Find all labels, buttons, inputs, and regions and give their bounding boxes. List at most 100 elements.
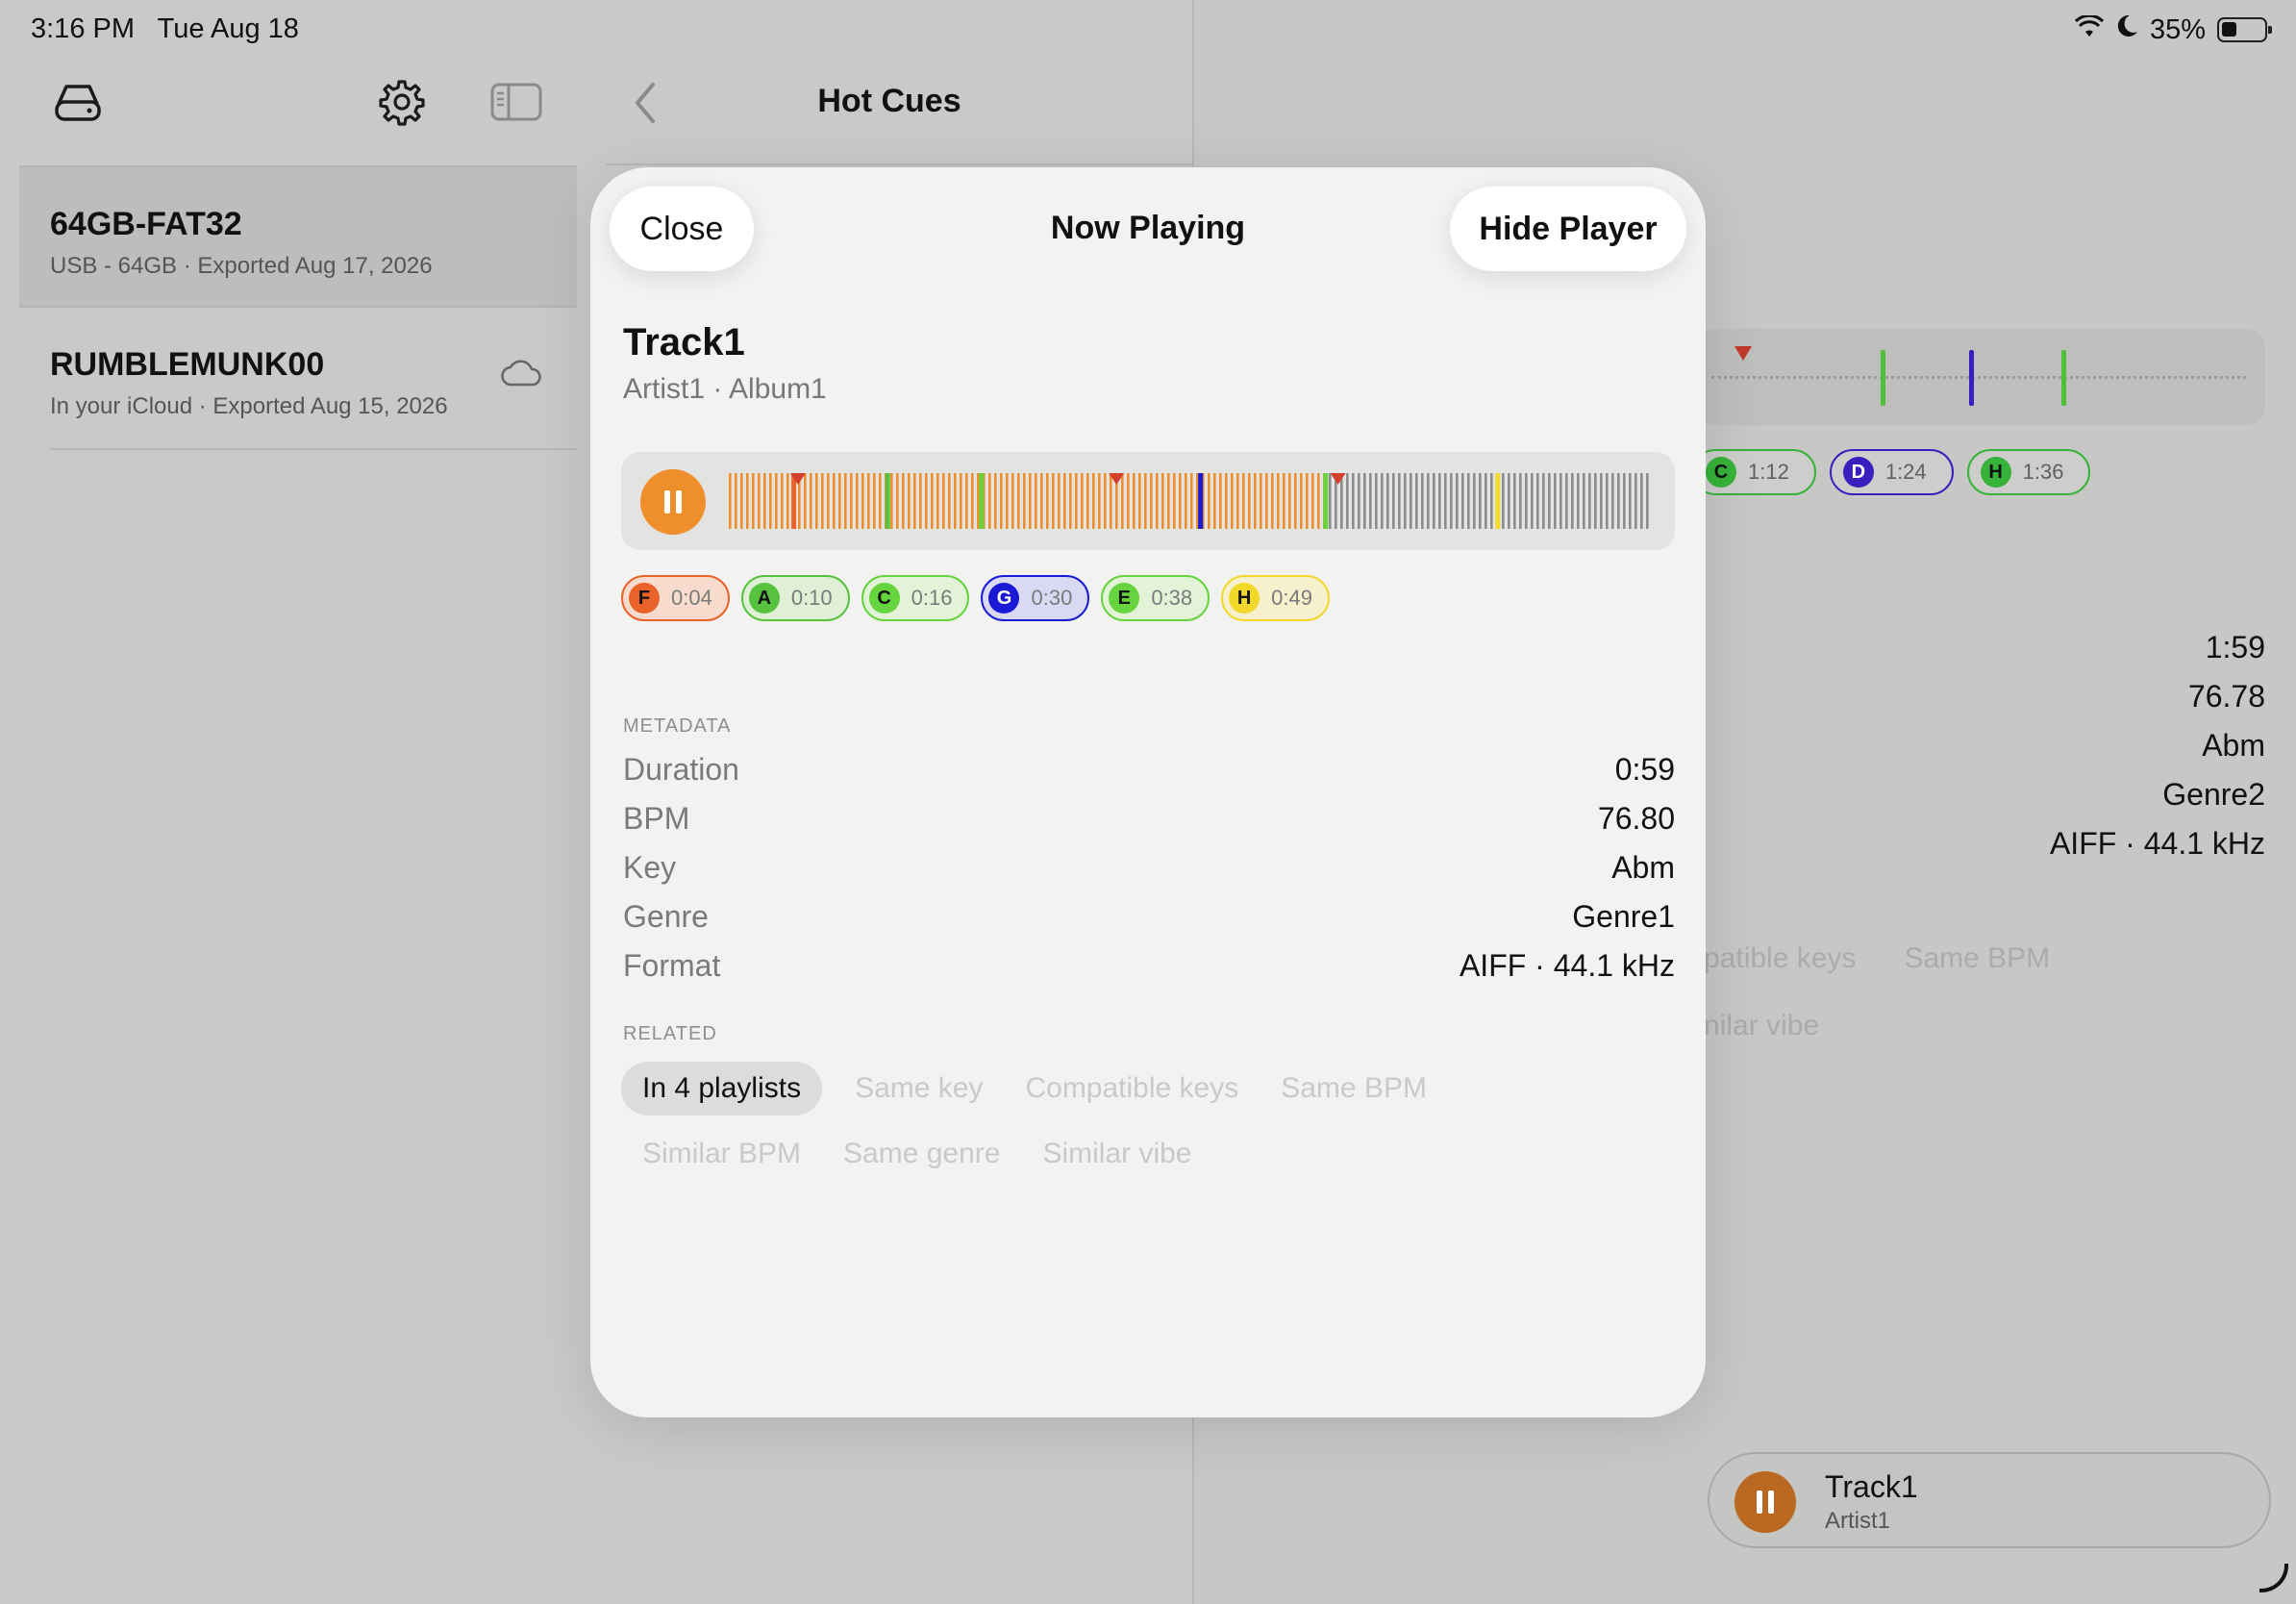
- waveform-bar: [1144, 473, 1147, 529]
- waveform-bar: [1300, 473, 1303, 529]
- waveform-bar: [758, 473, 761, 529]
- waveform-bar: [1571, 473, 1574, 529]
- waveform-bar: [1225, 473, 1228, 529]
- waveform-panel: [621, 452, 1675, 550]
- related-chip[interactable]: Similar BPM: [621, 1127, 822, 1181]
- nav-separator: [606, 163, 1194, 165]
- waveform-bar: [1236, 473, 1239, 529]
- background-cue-letter: D: [1842, 457, 1874, 488]
- waveform-bar: [1629, 473, 1632, 529]
- waveform-bar: [1513, 473, 1516, 529]
- hot-cue-chip[interactable]: A 0:10: [740, 575, 850, 621]
- hot-cue-chip[interactable]: F 0:04: [621, 575, 730, 621]
- device-row-64gb[interactable]: 64GB-FAT32 USB - 64GB · Exported Aug 17,…: [19, 165, 577, 308]
- waveform-bar: [1536, 473, 1539, 529]
- waveform-bar: [1190, 473, 1193, 529]
- background-cue-time: 1:12: [1748, 460, 1789, 484]
- waveform-bar: [1179, 473, 1182, 529]
- background-cue-list: C 1:12 D 1:24 H 1:36: [1692, 449, 2091, 495]
- waveform-bar: [1427, 473, 1430, 529]
- metadata-row: Key Abm: [623, 850, 1675, 899]
- related-row: In 4 playlists Same key Compatible keys Sam…: [621, 1062, 1679, 1115]
- metadata-row: BPM 76.80: [623, 801, 1675, 850]
- related-chip[interactable]: Same key: [834, 1062, 1004, 1115]
- hot-cue-chip[interactable]: C 0:16: [861, 575, 970, 621]
- background-cue-chip: D 1:24: [1829, 449, 1954, 495]
- related-chip[interactable]: Same genre: [822, 1127, 1021, 1181]
- hot-cue-letter: G: [988, 583, 1020, 614]
- hot-cue-chip[interactable]: E 0:38: [1101, 575, 1210, 621]
- related-chip[interactable]: Similar vibe: [1021, 1127, 1212, 1181]
- background-waveform: [1692, 329, 2265, 425]
- waveform-bar: [908, 473, 911, 529]
- waveform-bar: [1248, 473, 1251, 529]
- waveform-bar: [1219, 473, 1222, 529]
- waveform-bar: [1623, 473, 1626, 529]
- waveform-bar: [1490, 473, 1493, 529]
- waveform-bar: [1271, 473, 1274, 529]
- waveform-bar: [1000, 473, 1003, 529]
- metadata-row: Duration 0:59: [623, 752, 1675, 801]
- waveform-bar: [1369, 473, 1372, 529]
- nav-title: Hot Cues: [817, 83, 961, 119]
- related-chip[interactable]: Compatible keys: [1004, 1062, 1260, 1115]
- background-cue-letter: C: [1706, 457, 1736, 488]
- device-row-rumblemunk[interactable]: RUMBLEMUNK00 In your iCloud · Exported A…: [0, 308, 577, 450]
- waveform-bar: [781, 473, 784, 529]
- waveform-bar: [1600, 473, 1603, 529]
- drive-icon[interactable]: [48, 77, 108, 127]
- hide-player-button[interactable]: Hide Player: [1450, 187, 1686, 271]
- metadata-row: Format AIFF · 44.1 kHz: [623, 948, 1675, 997]
- waveform-bar: [1110, 473, 1112, 529]
- gear-icon[interactable]: [375, 75, 429, 129]
- background-cue-mark: [1881, 350, 1885, 406]
- metadata-key: Format: [623, 948, 721, 983]
- waveform-bar: [902, 473, 905, 529]
- waveform-bar: [861, 473, 864, 529]
- waveform-bar: [942, 473, 945, 529]
- background-metadata-value: Abm: [2202, 728, 2265, 763]
- waveform-bar: [1352, 473, 1355, 529]
- mini-player[interactable]: Track1 Artist1: [1708, 1452, 2271, 1548]
- hot-cue-time: 0:16: [911, 586, 953, 610]
- metadata-table: Duration 0:59 BPM 76.80 Key Abm Genre Genre1 For…: [623, 752, 1675, 997]
- mini-pause-button[interactable]: [1734, 1471, 1796, 1533]
- hot-cue-chip[interactable]: H 0:49: [1221, 575, 1330, 621]
- device-detail: USB - 64GB · Exported Aug 17, 2026: [50, 253, 433, 279]
- waveform-bar: [1473, 473, 1476, 529]
- waveform-bar: [936, 473, 939, 529]
- waveform-bar: [1461, 473, 1464, 529]
- sidebar-toggle-icon[interactable]: [488, 79, 544, 125]
- waveform-bar: [1006, 473, 1009, 529]
- background-cue-chip: C 1:12: [1692, 449, 1816, 495]
- device-detail: In your iCloud · Exported Aug 15, 2026: [50, 393, 448, 419]
- waveform-bar: [1358, 473, 1360, 529]
- waveform-bar: [769, 473, 772, 529]
- background-metadata-value: 76.78: [2187, 679, 2265, 714]
- waveform-bar: [1479, 473, 1482, 529]
- waveform-bar: [1421, 473, 1424, 529]
- hot-cue-time: 0:38: [1151, 586, 1193, 610]
- related-label: RELATED: [623, 1023, 717, 1044]
- pause-icon: [664, 490, 682, 514]
- background-related: patible keys Same BPM: [1704, 942, 2098, 975]
- related-chip[interactable]: Same BPM: [1260, 1062, 1448, 1115]
- waveform-scrubber[interactable]: [729, 473, 1652, 529]
- waveform-bar: [1121, 473, 1124, 529]
- pause-button[interactable]: [640, 469, 706, 535]
- hot-cue-chip[interactable]: G 0:30: [981, 575, 1090, 621]
- waveform-bar: [1161, 473, 1164, 529]
- related-chip[interactable]: In 4 playlists: [621, 1062, 823, 1115]
- waveform-bar: [1265, 473, 1268, 529]
- waveform-bar: [1577, 473, 1580, 529]
- background-related-chip: patible keys: [1704, 942, 1857, 974]
- waveform-bar: [1502, 473, 1505, 529]
- waveform-bar: [1069, 473, 1072, 529]
- waveform-bar: [919, 473, 922, 529]
- back-chevron-icon[interactable]: [625, 79, 667, 127]
- waveform-bar: [1254, 473, 1257, 529]
- close-button[interactable]: Close: [610, 187, 754, 271]
- waveform-bar: [1554, 473, 1557, 529]
- waveform-bar: [1075, 473, 1078, 529]
- metadata-value: 76.80: [1597, 801, 1675, 836]
